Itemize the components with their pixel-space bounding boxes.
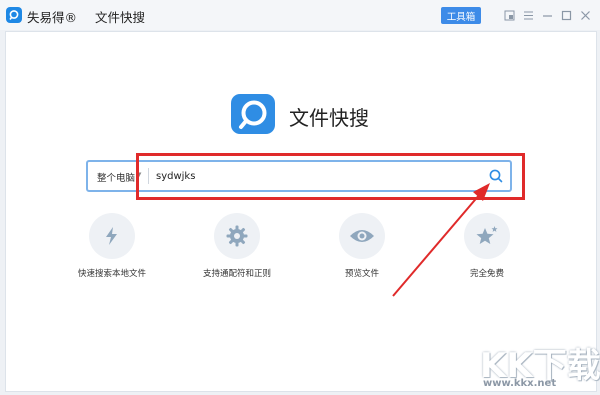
annotation-arrow xyxy=(392,183,490,297)
watermark-url: www.kkx.net xyxy=(483,378,557,389)
